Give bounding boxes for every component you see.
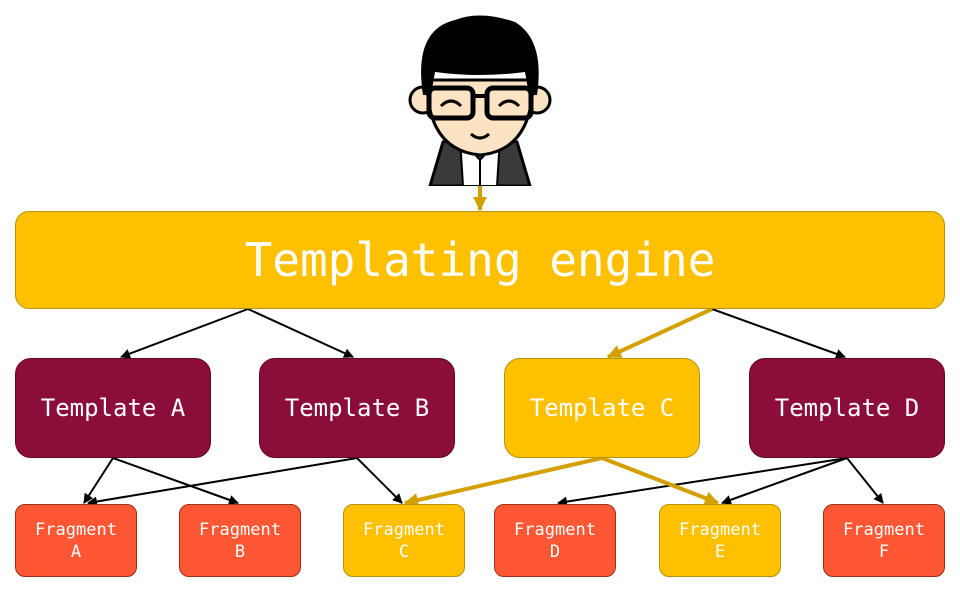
edge-engine-to-tB [247,308,354,358]
fragment-d-box: Fragment D [494,504,616,577]
fragment-b-box: Fragment B [179,504,301,577]
templating-engine-label: Templating engine [244,233,716,287]
template-d-box: Template D [749,358,945,458]
fragment-label: Fragment [35,519,117,540]
template-label: Template B [284,394,430,422]
edge-tD-to-fF [846,457,884,504]
edge-tB-to-fA [87,457,358,507]
fragment-a-box: Fragment A [15,504,137,577]
template-label: Template C [529,394,675,422]
fragment-label: Fragment [843,519,925,540]
edge-engine-to-tC [607,307,713,359]
fragment-letter: C [398,541,410,562]
template-c-box: Template C [504,358,700,458]
fragment-c-box: Fragment C [343,504,465,577]
fragment-label: Fragment [679,519,761,540]
edge-tD-to-fE [721,457,848,505]
diagram: Templating engine Template A Template B … [0,0,960,593]
fragment-e-box: Fragment E [659,504,781,577]
edge-tA-to-fA [83,457,114,504]
fragment-label: Fragment [514,519,596,540]
edge-engine-to-tA [120,308,249,359]
template-label: Template A [40,394,186,422]
edge-tB-to-fC [356,457,403,504]
fragment-letter: E [714,541,726,562]
fragment-label: Fragment [199,519,281,540]
fragment-f-box: Fragment F [823,504,945,577]
template-label: Template D [774,394,920,422]
fragment-letter: F [878,541,890,562]
template-b-box: Template B [259,358,455,458]
fragment-letter: D [549,541,561,562]
fragment-label: Fragment [363,519,445,540]
templating-engine-box: Templating engine [15,211,945,309]
avatar-person-icon [408,15,552,186]
edge-engine-to-tD [711,308,846,359]
edge-tC-to-fC [404,456,603,507]
fragment-letter: B [234,541,246,562]
fragment-letter: A [70,541,82,562]
template-a-box: Template A [15,358,211,458]
